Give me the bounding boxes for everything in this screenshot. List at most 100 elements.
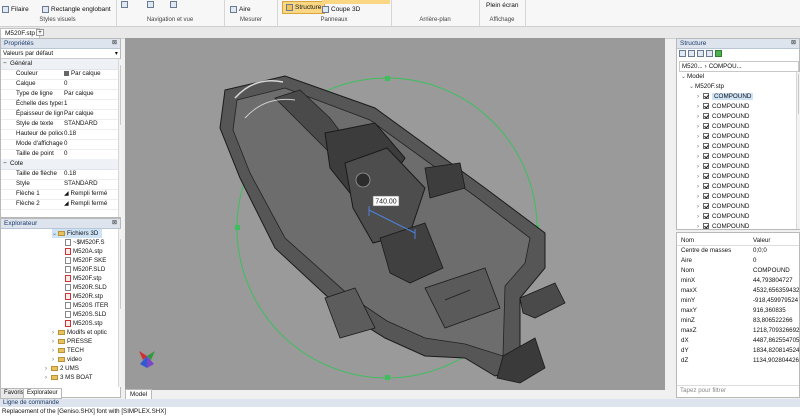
structure-node[interactable]: › COMPOUND bbox=[697, 212, 749, 222]
property-value[interactable]: 0 bbox=[64, 139, 116, 149]
visibility-checkbox[interactable] bbox=[703, 113, 709, 120]
visibility-checkbox[interactable] bbox=[703, 93, 709, 100]
scrollbar-thumb[interactable] bbox=[120, 65, 121, 125]
section-3d-button[interactable]: Coupe 3D bbox=[322, 5, 360, 15]
property-value[interactable]: 0 bbox=[64, 149, 116, 159]
structure-node[interactable]: › COMPOUND bbox=[697, 162, 749, 172]
structure-node[interactable]: › COMPOUND bbox=[697, 112, 749, 122]
structure-node[interactable]: › COMPOUND bbox=[697, 222, 749, 229]
visibility-checkbox[interactable] bbox=[703, 173, 709, 180]
structure-node[interactable]: › COMPOUND bbox=[697, 92, 754, 102]
panel-button-highlight[interactable] bbox=[322, 0, 390, 4]
structure-node[interactable]: › COMPOUND bbox=[697, 182, 749, 192]
scrollbar-thumb[interactable] bbox=[120, 239, 121, 309]
orbit-handle[interactable] bbox=[235, 225, 240, 230]
explorer-item[interactable]: M520S ITER bbox=[59, 301, 108, 310]
area-button[interactable]: Aire bbox=[230, 5, 251, 15]
visibility-checkbox[interactable] bbox=[703, 213, 709, 220]
property-value[interactable]: 0 bbox=[64, 79, 116, 89]
explorer-item[interactable]: M520R.stp bbox=[59, 292, 103, 301]
nav-zoom-button[interactable] bbox=[170, 0, 179, 10]
structure-node[interactable]: › COMPOUND bbox=[697, 202, 749, 212]
explorer-item[interactable]: M520R.SLD bbox=[59, 283, 107, 292]
property-value[interactable]: 1 bbox=[64, 99, 116, 109]
visibility-checkbox[interactable] bbox=[703, 183, 709, 190]
breadcrumb-item[interactable]: M520... bbox=[680, 63, 703, 70]
property-value[interactable]: Par calque bbox=[64, 89, 116, 99]
filter-input[interactable]: Tapez pour filtrer bbox=[677, 385, 799, 395]
visibility-checkbox[interactable] bbox=[703, 203, 709, 210]
structure-node[interactable]: › COMPOUND bbox=[697, 102, 749, 112]
command-line-output[interactable]: Replacement of the [Geniso.SHX] font wit… bbox=[0, 407, 800, 417]
visibility-checkbox[interactable] bbox=[703, 163, 709, 170]
new-tab-icon[interactable]: + bbox=[36, 29, 44, 36]
explorer-item[interactable]: M520S.SLD bbox=[59, 310, 106, 319]
tab-explorer[interactable]: Explorateur bbox=[23, 388, 62, 399]
explorer-scrollbar[interactable] bbox=[118, 229, 122, 387]
visibility-checkbox[interactable] bbox=[703, 143, 709, 150]
folder-icon bbox=[51, 374, 58, 380]
model-viewport[interactable]: 740.00 bbox=[125, 38, 665, 390]
structure-node[interactable]: › COMPOUND bbox=[697, 132, 749, 142]
export-icon[interactable] bbox=[706, 50, 713, 57]
structure-node[interactable]: › COMPOUND bbox=[697, 142, 749, 152]
explorer-item[interactable]: › 3 MS BOAT bbox=[45, 373, 93, 382]
collapse-icon[interactable]: − bbox=[3, 159, 7, 169]
properties-scrollbar[interactable] bbox=[118, 59, 122, 217]
bounding-box-button[interactable]: Rectangle englobant bbox=[42, 5, 111, 15]
structure-button[interactable]: Structure bbox=[282, 1, 326, 14]
structure-node[interactable]: ⌄M520F.stp bbox=[689, 82, 724, 92]
structure-node[interactable]: › COMPOUND bbox=[697, 192, 749, 202]
property-row[interactable]: Flèche 2 ◢ Rempli fermé bbox=[1, 199, 118, 210]
property-value[interactable]: ◢ Rempli fermé bbox=[64, 189, 116, 199]
visibility-checkbox[interactable] bbox=[703, 123, 709, 130]
close-icon[interactable]: ⊠ bbox=[112, 39, 117, 48]
structure-scrollbar[interactable] bbox=[796, 72, 800, 229]
explorer-item[interactable]: M520F SKE bbox=[59, 256, 106, 265]
property-value[interactable]: STANDARD bbox=[64, 179, 116, 189]
wireframe-button[interactable]: Filaire bbox=[2, 5, 29, 15]
property-value[interactable]: 0.18 bbox=[64, 129, 116, 139]
structure-node[interactable]: › COMPOUND bbox=[697, 152, 749, 162]
columns-icon[interactable] bbox=[688, 50, 695, 57]
close-icon[interactable]: ⊠ bbox=[791, 39, 796, 48]
property-value[interactable]: 0.18 bbox=[64, 169, 116, 179]
breadcrumb-item[interactable]: COMPOU... bbox=[709, 63, 742, 70]
structure-node[interactable]: › COMPOUND bbox=[697, 172, 749, 182]
explorer-item[interactable]: › Modifs et optic bbox=[52, 328, 107, 337]
explorer-item[interactable]: › TECH bbox=[52, 346, 84, 355]
structure-node[interactable]: › COMPOUND bbox=[697, 122, 749, 132]
explorer-item[interactable]: › 2 UMS bbox=[45, 364, 79, 373]
orbit-handle[interactable] bbox=[385, 76, 390, 81]
nav-pan-button[interactable] bbox=[147, 0, 156, 10]
visibility-checkbox[interactable] bbox=[703, 133, 709, 140]
visibility-checkbox[interactable] bbox=[703, 103, 709, 110]
close-icon[interactable]: ⊠ bbox=[112, 219, 117, 228]
explorer-item[interactable]: M520F.SLD bbox=[59, 265, 105, 274]
explorer-item[interactable]: ⌄ Fichiers 3D bbox=[52, 229, 103, 238]
explorer-item[interactable]: M520A.stp bbox=[59, 247, 103, 256]
refresh-icon[interactable] bbox=[715, 50, 722, 57]
property-value[interactable]: Par calque bbox=[64, 69, 116, 79]
info-row: maxY 916,360835 bbox=[677, 306, 799, 315]
structure-node[interactable]: ⌄Model bbox=[681, 72, 704, 82]
nav-orbit-button[interactable] bbox=[121, 0, 130, 10]
explorer-item[interactable]: M520F.stp bbox=[59, 274, 102, 283]
visibility-checkbox[interactable] bbox=[703, 223, 709, 229]
collapse-icon[interactable]: − bbox=[3, 59, 7, 69]
fullscreen-button[interactable]: Plein écran bbox=[486, 1, 519, 11]
explorer-item[interactable]: ~$M520F.S bbox=[59, 238, 104, 247]
explorer-item[interactable]: › PRESSE bbox=[52, 337, 92, 346]
property-value[interactable]: ◢ Rempli fermé bbox=[64, 199, 116, 209]
tree-view-icon[interactable] bbox=[679, 50, 686, 57]
property-value[interactable]: STANDARD bbox=[64, 119, 116, 129]
explorer-item[interactable]: M520S.stp bbox=[59, 319, 103, 328]
visibility-checkbox[interactable] bbox=[703, 153, 709, 160]
page-icon[interactable] bbox=[697, 50, 704, 57]
scrollbar-thumb[interactable] bbox=[798, 74, 799, 114]
visibility-checkbox[interactable] bbox=[703, 193, 709, 200]
explorer-item[interactable]: › video bbox=[52, 355, 82, 364]
property-value[interactable]: Par calque bbox=[64, 109, 116, 119]
properties-dropdown[interactable]: Valeurs par défaut ▾ bbox=[1, 49, 120, 59]
orbit-handle[interactable] bbox=[385, 375, 390, 380]
